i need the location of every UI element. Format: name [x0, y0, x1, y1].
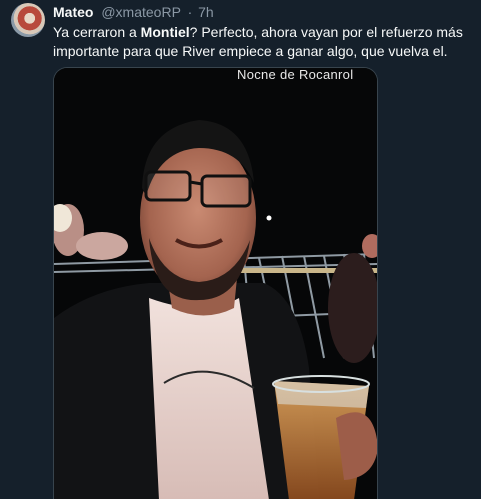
- tweet-header: Mateo @xmateoRP · 7h: [53, 4, 214, 21]
- tweet-text: Ya cerraron a Montiel? Perfecto, ahora v…: [53, 23, 473, 61]
- photo-image: [54, 68, 377, 499]
- tweet-photo[interactable]: Nocne de Rocanrol: [53, 67, 378, 499]
- author-handle[interactable]: @xmateoRP: [101, 4, 180, 20]
- tweet: Mateo @xmateoRP · 7h Ya cerraron a Monti…: [0, 0, 481, 499]
- tweet-timestamp[interactable]: 7h: [198, 4, 214, 20]
- author-avatar[interactable]: [11, 3, 45, 37]
- author-name[interactable]: Mateo: [53, 4, 93, 20]
- photo-overlay-text: Nocne de Rocanrol: [237, 67, 354, 82]
- tweet-text-part-1: Ya cerraron a: [53, 24, 141, 40]
- mention-montiel: Montiel: [140, 24, 190, 40]
- separator-dot: ·: [187, 4, 193, 20]
